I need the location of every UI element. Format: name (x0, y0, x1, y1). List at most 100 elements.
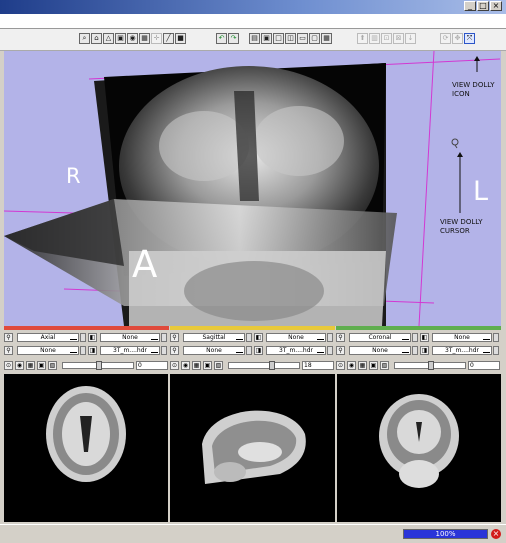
spin-icon[interactable]: ◉ (127, 33, 138, 44)
axial-label-spinner[interactable] (161, 346, 167, 355)
axial-grid-icon[interactable]: ▦ (26, 361, 35, 370)
sagittal-label-icon[interactable]: ◨ (254, 346, 263, 355)
close-button[interactable]: × (490, 1, 502, 11)
sagittal-bg-select[interactable]: None (183, 346, 245, 355)
axial-orientation-select[interactable]: Axial (17, 333, 79, 342)
coronal-slice-slider-thumb[interactable] (428, 361, 434, 370)
sagittal-control-row: ⚲ None ◨ 3T_m....hdr (170, 344, 335, 357)
3d-viewport[interactable]: R L A VIEW DOLLY ICON VIEW DOLLY CURSOR (4, 51, 501, 326)
sagittal-fg-spinner[interactable] (327, 333, 333, 342)
sagittal-label-spinner[interactable] (327, 346, 333, 355)
sagittal-orientation-select[interactable]: Sagittal (183, 333, 245, 342)
axial-fg-spinner[interactable] (161, 333, 167, 342)
coronal-visibility-icon[interactable]: ⚲ (336, 346, 345, 355)
axial-visibility-icon[interactable]: ⚲ (4, 346, 13, 355)
error-icon[interactable]: × (491, 529, 501, 539)
coronal-bg-select[interactable]: None (349, 346, 411, 355)
contrast-icon[interactable]: ■ (175, 33, 186, 44)
window-icon[interactable]: ▣ (115, 33, 126, 44)
axial-bg-spinner[interactable] (80, 346, 86, 355)
coronal-label-icon[interactable]: ◨ (420, 346, 429, 355)
coronal-fg-icon[interactable]: ◧ (420, 333, 429, 342)
axial-pin-icon[interactable]: ⊙ (4, 361, 13, 370)
axial-orientation-spinner[interactable] (80, 333, 86, 342)
coronal-grid-icon[interactable]: ▦ (358, 361, 367, 370)
axial-palette-icon[interactable]: ▧ (48, 361, 57, 370)
layout-conventional-icon[interactable]: ▤ (249, 33, 260, 44)
sagittal-label-select[interactable]: 3T_m....hdr (266, 346, 326, 355)
layout-split-icon[interactable]: ◫ (285, 33, 296, 44)
pan-icon[interactable]: ✥ (452, 33, 463, 44)
axial-eye-icon[interactable]: ◉ (15, 361, 24, 370)
sagittal-fg-select[interactable]: None (266, 333, 326, 342)
axial-slice-view[interactable] (4, 374, 168, 522)
sagittal-slice-slider-thumb[interactable] (269, 361, 275, 370)
sagittal-visibility-icon[interactable]: ⚲ (170, 346, 179, 355)
coronal-slice-value[interactable]: 0 (468, 361, 500, 370)
axial-slider-row: ⊙ ◉ ▦ ▣ ▧ 0 (4, 359, 169, 372)
layout-single-icon[interactable]: □ (273, 33, 284, 44)
layout-compare-icon[interactable]: ▢ (309, 33, 320, 44)
sagittal-orientation-spinner[interactable] (246, 333, 252, 342)
sagittal-grid-icon[interactable]: ▦ (192, 361, 201, 370)
coronal-slice-slider[interactable] (394, 361, 466, 370)
maximize-button[interactable]: □ (477, 1, 489, 11)
sagittal-slice-value[interactable]: 18 (302, 361, 334, 370)
undo-icon[interactable]: ↶ (216, 33, 227, 44)
coronal-orientation-select[interactable]: Coronal (349, 333, 411, 342)
progress-text: 100% (435, 530, 456, 538)
axial-fg-select[interactable]: None (100, 333, 160, 342)
layout-fourup-icon[interactable]: ▣ (261, 33, 272, 44)
coronal-label-spinner[interactable] (493, 346, 499, 355)
camera-icon[interactable]: ⬆ (357, 33, 368, 44)
sagittal-eye-icon[interactable]: ◉ (181, 361, 190, 370)
sagittal-link-icon[interactable]: ⚲ (170, 333, 179, 342)
sagittal-palette-icon[interactable]: ▧ (214, 361, 223, 370)
coronal-fg-spinner[interactable] (493, 333, 499, 342)
sagittal-slice-view[interactable] (170, 374, 335, 522)
sagittal-cerebellum (214, 462, 246, 482)
coronal-pin-icon[interactable]: ⊙ (336, 361, 345, 370)
axial-bg-select[interactable]: None (17, 346, 79, 355)
axial-edge (4, 199, 124, 266)
sagittal-fg-icon[interactable]: ◧ (254, 333, 263, 342)
axial-label-select[interactable]: 3T_m....hdr (100, 346, 160, 355)
redo-icon[interactable]: ↷ (228, 33, 239, 44)
light-icon[interactable]: ▥ (369, 33, 380, 44)
coronal-orientation-spinner[interactable] (412, 333, 418, 342)
layout-red-icon[interactable]: ▭ (297, 33, 308, 44)
axial-fg-icon[interactable]: ◧ (88, 333, 97, 342)
coronal-monitor-icon[interactable]: ▣ (369, 361, 378, 370)
axial-slice-value[interactable]: 0 (136, 361, 168, 370)
sagittal-monitor-icon[interactable]: ▣ (203, 361, 212, 370)
home-icon[interactable]: ⌂ (91, 33, 102, 44)
axial-label-icon[interactable]: ◨ (88, 346, 97, 355)
coronal-fg-select[interactable]: None (432, 333, 492, 342)
rotate-icon[interactable]: ⟳ (440, 33, 451, 44)
coronal-palette-icon[interactable]: ▧ (380, 361, 389, 370)
arrow-down-icon[interactable]: ↓ (405, 33, 416, 44)
tool-icon[interactable]: ⊡ (381, 33, 392, 44)
layout-grid-icon[interactable]: ▦ (321, 33, 332, 44)
ruler-icon[interactable]: ╱ (163, 33, 174, 44)
pin-icon[interactable]: ⊠ (393, 33, 404, 44)
axial-monitor-icon[interactable]: ▣ (37, 361, 46, 370)
coronal-bg-spinner[interactable] (412, 346, 418, 355)
minimize-button[interactable]: _ (464, 1, 476, 11)
layout-icon[interactable]: △ (103, 33, 114, 44)
cube-icon[interactable]: ▦ (139, 33, 150, 44)
coronal-link-icon[interactable]: ⚲ (336, 333, 345, 342)
axial-slice-slider-thumb[interactable] (96, 361, 102, 370)
axial-link-icon[interactable]: ⚲ (4, 333, 13, 342)
sagittal-bg-spinner[interactable] (246, 346, 252, 355)
sagittal-pin-icon[interactable]: ⊙ (170, 361, 179, 370)
sagittal-slice-slider[interactable] (228, 361, 300, 370)
coronal-eye-icon[interactable]: ◉ (347, 361, 356, 370)
axial-image (46, 386, 126, 482)
fiducial-icon[interactable]: ✛ (151, 33, 162, 44)
coronal-slice-view[interactable] (337, 374, 501, 522)
axial-slice-slider[interactable] (62, 361, 134, 370)
coronal-label-select[interactable]: 3T_m....hdr (432, 346, 492, 355)
dolly-icon[interactable]: ⤧ (464, 33, 475, 44)
zoom-icon[interactable]: ⌕ (79, 33, 90, 44)
